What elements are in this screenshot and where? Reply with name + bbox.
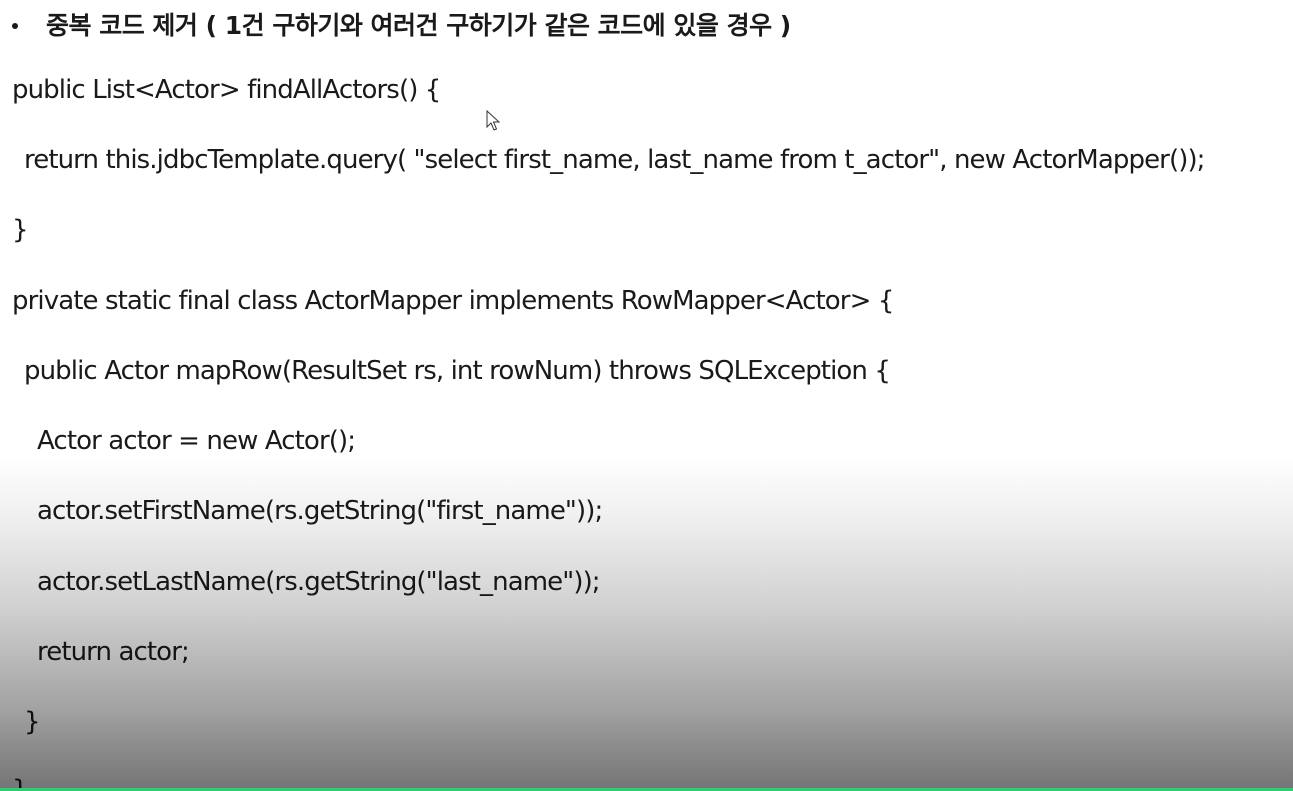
- code-line: private static final class ActorMapper i…: [12, 286, 894, 316]
- code-line: }: [24, 707, 41, 737]
- slide-heading: 중복 코드 제거 ( 1건 구하기와 여러건 구하기가 같은 코드에 있을 경우…: [46, 11, 791, 40]
- mouse-pointer-icon: [486, 110, 500, 131]
- code-line: return actor;: [37, 637, 190, 667]
- code-line: public Actor mapRow(ResultSet rs, int ro…: [24, 356, 891, 386]
- code-line: actor.setLastName(rs.getString("last_nam…: [37, 567, 601, 597]
- code-line: }: [12, 215, 29, 245]
- code-line: Actor actor = new Actor();: [37, 426, 356, 456]
- code-line: return this.jdbcTemplate.query( "select …: [24, 145, 1205, 175]
- slide: 중복 코드 제거 ( 1건 구하기와 여러건 구하기가 같은 코드에 있을 경우…: [0, 0, 1293, 791]
- code-line: actor.setFirstName(rs.getString("first_n…: [37, 496, 603, 526]
- bullet-icon: [12, 23, 18, 29]
- code-line: public List<Actor> findAllActors() {: [12, 75, 441, 105]
